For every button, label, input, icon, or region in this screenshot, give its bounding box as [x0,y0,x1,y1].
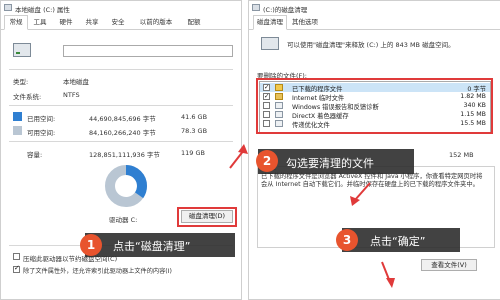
arrow-annotations [229,144,395,288]
arrow-to-ok [381,261,395,288]
arrow-to-cleanup-button [229,144,248,169]
arrow-to-list [350,182,371,206]
